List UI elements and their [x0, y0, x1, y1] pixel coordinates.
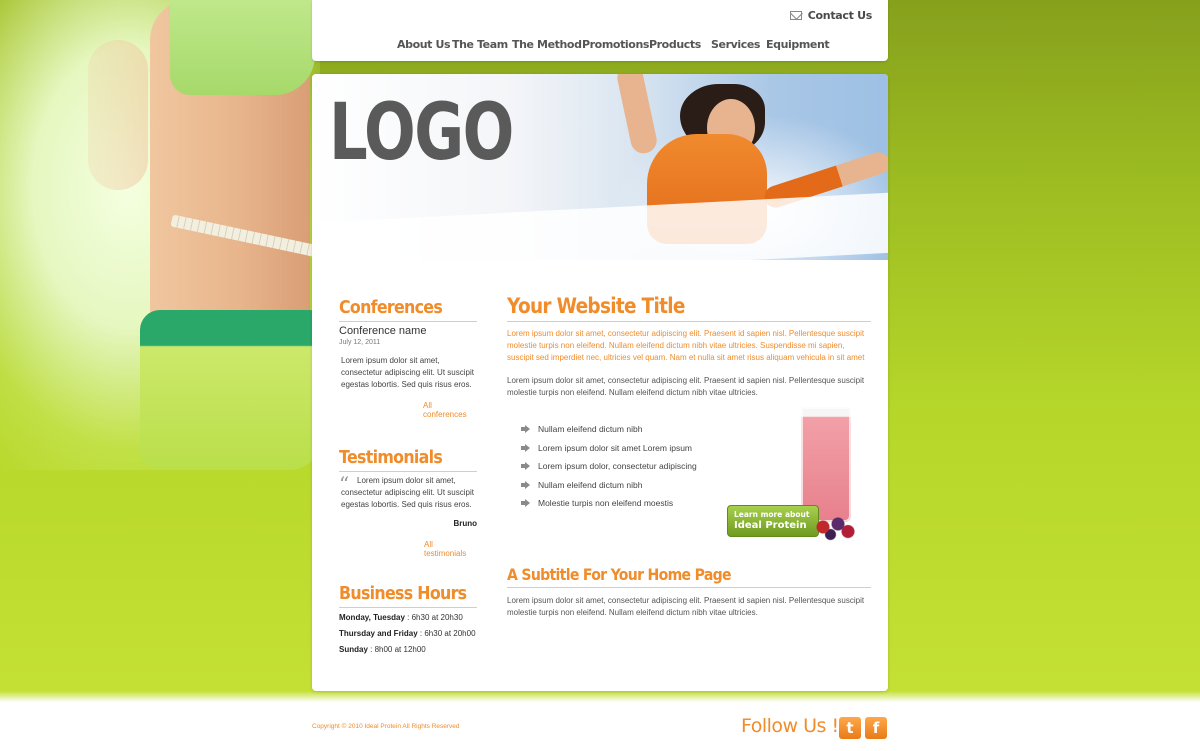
model-shorts [140, 310, 320, 470]
mail-icon [789, 11, 802, 20]
intro-paragraph: Lorem ipsum dolor sit amet, consectetur … [507, 376, 865, 397]
website-title: Your Website Title [507, 294, 685, 318]
list-item: Lorem ipsum dolor, consectetur adipiscin… [521, 457, 697, 476]
home-subtitle: A Subtitle For Your Home Page [507, 565, 732, 584]
site-logo[interactable]: LOGO [329, 88, 514, 178]
conference-name[interactable]: Conference name [339, 325, 426, 337]
list-item: Nullam eleifend dictum nibh [521, 476, 697, 495]
all-conferences-link[interactable]: All conferences [423, 401, 477, 419]
arrow-bullet-icon [521, 480, 530, 489]
conferences-heading: Conferences [339, 297, 443, 318]
feature-list: Nullam eleifend dictum nibh Lorem ipsum … [521, 420, 697, 513]
top-nav-bar: Contact Us About Us The Team The Method … [312, 0, 888, 61]
arrow-bullet-icon [521, 499, 530, 508]
conferences-section: Conferences [339, 297, 477, 322]
copyright-text: Copyright © 2010 Ideal Protein All Right… [312, 723, 460, 730]
list-item: Nullam eleifend dictum nibh [521, 420, 697, 439]
fitness-model-image [0, 0, 320, 470]
divider [507, 587, 871, 588]
conference-date: July 12, 2011 [339, 339, 381, 346]
model-sports-top [170, 0, 315, 95]
hero-banner: LOGO [312, 74, 888, 260]
subtitle-section: A Subtitle For Your Home Page [507, 565, 871, 588]
thumbs-up-hand [88, 40, 148, 190]
business-hours-heading: Business Hours [339, 583, 467, 604]
main-content-card: LOGO Conferences Conference name July 12… [312, 74, 888, 691]
subtitle-paragraph: Lorem ipsum dolor sit amet, consectetur … [507, 596, 865, 617]
nav-services[interactable]: Services [711, 38, 760, 51]
footer: Copyright © 2010 Ideal Protein All Right… [0, 704, 1200, 751]
nav-promotions[interactable]: Promotions [582, 38, 649, 51]
testimonial-text: Lorem ipsum dolor sit amet, consectetur … [341, 476, 474, 509]
arrow-bullet-icon [521, 462, 530, 471]
contact-us-link[interactable]: Contact Us [789, 9, 873, 22]
hours-line: Sunday : 8h00 at 12h00 [339, 645, 426, 654]
testimonials-section: Testimonials [339, 447, 477, 472]
main-nav: About Us The Team The Method Promotions … [312, 38, 888, 52]
arrow-bullet-icon [521, 425, 530, 434]
list-item: Molestie turpis non eleifend moestis [521, 494, 697, 513]
divider [507, 321, 871, 322]
business-hours-section: Business Hours [339, 583, 477, 608]
berries-image [808, 512, 858, 542]
hours-line: Thursday and Friday : 6h30 at 20h00 [339, 629, 476, 638]
divider [339, 321, 477, 322]
list-item: Lorem ipsum dolor sit amet Lorem ipsum [521, 439, 697, 458]
title-section: Your Website Title [507, 294, 871, 322]
hero-white-swoosh [312, 190, 888, 260]
divider [339, 471, 477, 472]
all-testimonials-link[interactable]: All testimonials [424, 540, 477, 558]
arrow-bullet-icon [521, 443, 530, 452]
hours-line: Monday, Tuesday : 6h30 at 20h30 [339, 613, 463, 622]
testimonials-heading: Testimonials [339, 447, 443, 468]
nav-products[interactable]: Products [649, 38, 701, 51]
nav-about-us[interactable]: About Us [397, 38, 451, 51]
follow-us-label: Follow Us ! [741, 715, 839, 737]
contact-us-label: Contact Us [807, 9, 873, 22]
divider [339, 607, 477, 608]
testimonial-author: Bruno [453, 519, 477, 528]
nav-equipment[interactable]: Equipment [766, 38, 830, 51]
conference-description: Lorem ipsum dolor sit amet, consectetur … [341, 356, 474, 389]
nav-the-method[interactable]: The Method [512, 38, 582, 51]
twitter-icon[interactable]: t [839, 717, 861, 739]
nav-the-team[interactable]: The Team [452, 38, 508, 51]
learn-more-ideal-protein-button[interactable]: Learn more about Ideal Protein [727, 505, 819, 537]
facebook-icon[interactable]: f [865, 717, 887, 739]
lead-paragraph: Lorem ipsum dolor sit amet, consectetur … [507, 329, 865, 362]
